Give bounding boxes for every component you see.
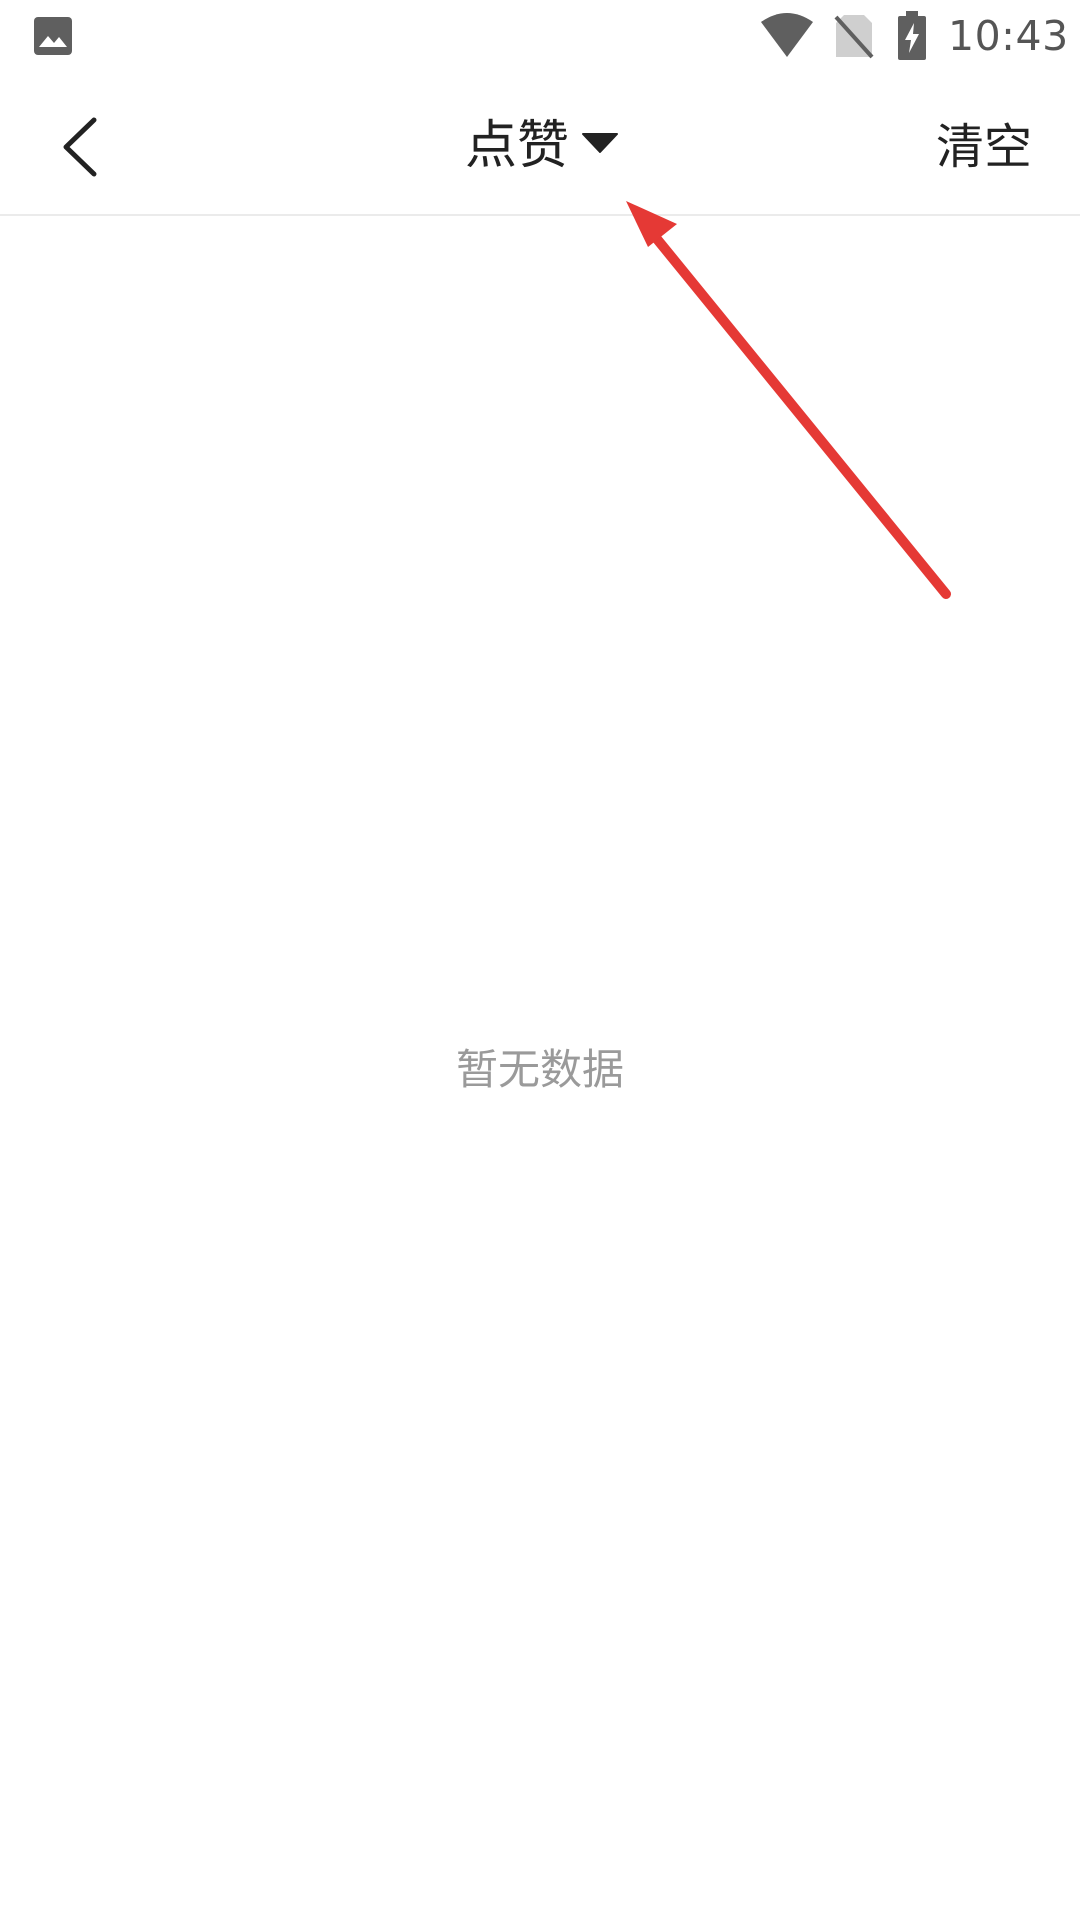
annotation-arrow-icon [626,201,951,599]
status-clock: 10:43 [948,12,1069,60]
empty-state-text: 暂无数据 [455,1045,624,1094]
nav-bar: 点赞 清空 [0,72,1080,216]
status-bar: 10:43 [0,0,1080,72]
caret-down-icon [582,133,619,153]
back-button[interactable] [40,102,120,186]
title-dropdown[interactable]: 点赞 [465,110,619,182]
chevron-left-icon [63,117,97,177]
clear-button[interactable]: 清空 [936,114,1032,180]
wifi-icon [760,12,814,58]
battery-charging-icon [897,11,927,61]
page-title: 点赞 [465,116,570,176]
gallery-icon [33,16,73,56]
no-sim-icon [834,13,874,59]
